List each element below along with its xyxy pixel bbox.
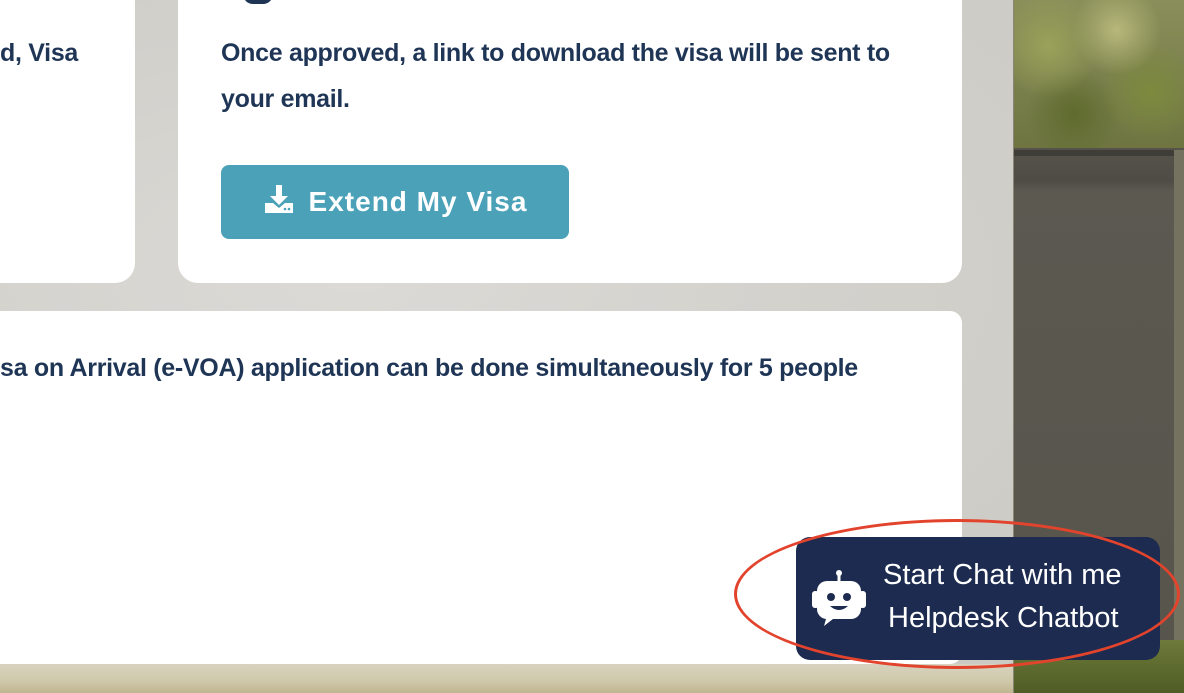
extend-my-visa-label: Extend My Visa <box>308 186 528 217</box>
foliage-image <box>1014 0 1184 152</box>
chat-subtitle: Helpdesk Chatbot <box>888 602 1119 634</box>
wall-ledge <box>1014 150 1184 156</box>
extend-my-visa-button[interactable]: Extend My Visa <box>221 165 569 239</box>
simultaneous-application-text: sa on Arrival (e-VOA) application can be… <box>0 354 858 382</box>
approval-description: Once approved, a link to download the vi… <box>221 39 890 113</box>
download-icon <box>263 184 295 214</box>
left-card-text: d, Visa <box>0 39 79 67</box>
wall-pillar <box>1174 150 1184 693</box>
robot-icon <box>811 569 867 627</box>
helpdesk-chatbot-button[interactable]: Start Chat with me Helpdesk Chatbot <box>796 537 1160 660</box>
chat-title: Start Chat with me <box>883 559 1122 591</box>
background-photo-strip <box>0 664 1014 693</box>
